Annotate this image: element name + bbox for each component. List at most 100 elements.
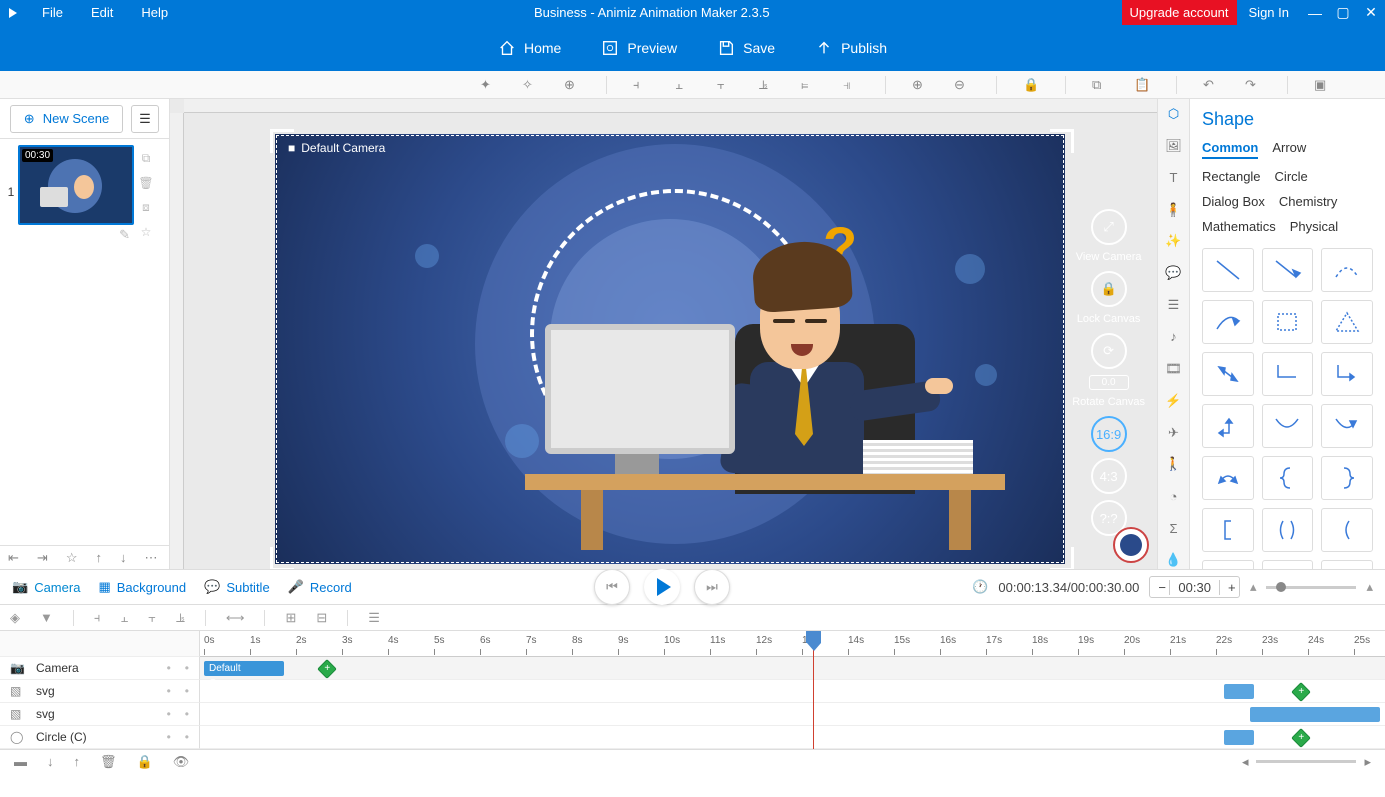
next-frame-button[interactable]: ⏭	[694, 569, 730, 605]
effect-tool-icon[interactable]: ✨	[1164, 232, 1184, 250]
background-track-button[interactable]: ▦ Background	[98, 579, 186, 595]
shape-trap-2[interactable]	[1262, 560, 1314, 569]
upgrade-button[interactable]: Upgrade account	[1122, 0, 1237, 25]
align-top-icon[interactable]: ⫡	[759, 77, 775, 93]
undo-icon[interactable]: ↶	[1203, 77, 1219, 93]
zoom-out-icon[interactable]: ⊖	[954, 77, 970, 93]
new-scene-button[interactable]: ⊕ New Scene	[10, 105, 123, 133]
tl-list-icon[interactable]: ☰	[368, 610, 380, 626]
shape-elbow-2[interactable]	[1202, 404, 1254, 448]
lock-canvas-button[interactable]: 🔒	[1091, 271, 1127, 307]
clip-svg1[interactable]	[1224, 684, 1254, 699]
tl-up-icon[interactable]: ↑	[74, 754, 81, 769]
paste-icon[interactable]: 📋	[1134, 77, 1150, 93]
paint-tool-icon[interactable]: 💧	[1164, 551, 1184, 569]
redo-icon[interactable]: ↷	[1245, 77, 1261, 93]
menu-help[interactable]: Help	[127, 5, 182, 20]
shape-arc[interactable]	[1202, 300, 1254, 344]
role-tool-icon[interactable]: 🚶	[1164, 455, 1184, 473]
tl-folder-icon[interactable]: ▬	[14, 754, 27, 769]
keyframe-svg1[interactable]	[1291, 682, 1311, 702]
shape-tab-rectangle[interactable]: Rectangle	[1202, 169, 1261, 184]
align-center-h-icon[interactable]: ⫠	[675, 77, 691, 93]
shape-triangle-dash[interactable]	[1321, 300, 1373, 344]
tl-trash-icon[interactable]: 🗑	[100, 754, 117, 770]
camera-track-button[interactable]: 📷 Camera	[12, 579, 80, 595]
tl-filter-icon[interactable]: ▼	[40, 610, 53, 625]
publish-button[interactable]: Publish	[815, 39, 887, 57]
shape-trap-3[interactable]	[1321, 560, 1373, 569]
scene-lock-icon[interactable]: ⧈	[142, 200, 150, 215]
duration-minus-button[interactable]: −	[1150, 580, 1170, 595]
menu-file[interactable]: File	[28, 5, 77, 20]
record-button[interactable]: 🎤 Record	[288, 579, 352, 595]
maximize-icon[interactable]: ▢	[1329, 4, 1357, 21]
tool-link-icon[interactable]: ⊕	[564, 77, 580, 93]
ratio-4-3-button[interactable]: 4:3	[1091, 458, 1127, 494]
scene-tool-down-icon[interactable]: ↓	[120, 550, 127, 565]
tl-scroll-left-icon[interactable]: ◂	[1242, 754, 1249, 770]
shape-trap-1[interactable]	[1202, 560, 1254, 569]
shape-line[interactable]	[1202, 248, 1254, 292]
scene-star-icon[interactable]: ☆	[141, 225, 152, 239]
scene-settings-button[interactable]: ☰	[131, 105, 159, 133]
ratio-16-9-button[interactable]: 16:9	[1091, 416, 1127, 452]
shape-elbow-arrow[interactable]	[1321, 352, 1373, 396]
scene-tool-more-icon[interactable]: ⋯	[144, 550, 157, 566]
avatar-badge[interactable]	[1113, 527, 1149, 563]
track-lane-circle[interactable]	[200, 726, 1385, 749]
shape-tab-common[interactable]: Common	[1202, 140, 1258, 159]
stage[interactable]: ?	[275, 134, 1065, 564]
tl-down-icon[interactable]: ↓	[47, 754, 54, 769]
timeline-ruler[interactable]: 0s1s2s3s4s5s6s7s8s9s10s11s12s13s14s15s16…	[200, 631, 1385, 657]
chart-tool-icon[interactable]: ◔	[1164, 487, 1184, 505]
tl-keyframe-icon[interactable]: ◈	[10, 610, 20, 626]
scene-duplicate-icon[interactable]: ⧉	[142, 151, 151, 166]
playhead[interactable]	[813, 631, 814, 749]
subtitle-track-button[interactable]: 💬 Subtitle	[204, 579, 270, 595]
text-tool-icon[interactable]: T	[1164, 169, 1184, 187]
shape-curve-2[interactable]	[1262, 404, 1314, 448]
scene-tool-export-icon[interactable]: ⇥	[37, 550, 48, 566]
music-tool-icon[interactable]: ♪	[1164, 328, 1184, 346]
character-tool-icon[interactable]: 🧍	[1164, 201, 1184, 219]
signin-button[interactable]: Sign In	[1237, 5, 1301, 20]
tl-dist-1-icon[interactable]: ⟷	[226, 610, 245, 626]
scene-tool-star-icon[interactable]: ☆	[66, 550, 78, 566]
shape-tab-chemistry[interactable]: Chemistry	[1279, 194, 1338, 209]
zoom-in-icon[interactable]: ⊕	[912, 77, 928, 93]
tl-group-2-icon[interactable]: ⊟	[316, 610, 327, 626]
scene-delete-icon[interactable]: 🗑	[138, 176, 153, 190]
tl-align-2-icon[interactable]: ⫠	[120, 610, 128, 626]
shape-elbow[interactable]	[1262, 352, 1314, 396]
scene-thumbnail[interactable]: 00:30 ✎	[18, 145, 134, 539]
tool-effect-2-icon[interactable]: ✧	[522, 77, 538, 93]
home-button[interactable]: Home	[498, 39, 561, 57]
callout-tool-icon[interactable]: 💬	[1164, 264, 1184, 282]
shape-arrow-line[interactable]	[1262, 248, 1314, 292]
tl-lock-icon[interactable]: 🔒	[137, 754, 153, 770]
tl-group-1-icon[interactable]: ⊞	[285, 610, 296, 626]
track-row-svg-1[interactable]: ▧ svg ••	[0, 680, 200, 703]
formula-tool-icon[interactable]: Σ	[1164, 519, 1184, 537]
track-lane-svg1[interactable]	[200, 680, 1385, 703]
duration-plus-button[interactable]: +	[1219, 580, 1239, 595]
track-lane-svg2[interactable]	[200, 703, 1385, 726]
tl-align-3-icon[interactable]: ⫟	[148, 610, 156, 626]
track-row-camera[interactable]: 📷 Camera ••	[0, 657, 200, 680]
zoom-slider[interactable]	[1266, 586, 1356, 589]
video-tool-icon[interactable]: 🎞	[1164, 360, 1184, 378]
shape-tab-dialog[interactable]: Dialog Box	[1202, 194, 1265, 209]
track-row-svg-2[interactable]: ▧ svg ••	[0, 703, 200, 726]
scene-edit-icon[interactable]: ✎	[18, 225, 134, 239]
keyframe-circle[interactable]	[1291, 728, 1311, 748]
shape-bracket-left[interactable]	[1202, 508, 1254, 552]
tl-align-1-icon[interactable]: ⫞	[94, 610, 101, 626]
clip-svg2[interactable]	[1250, 707, 1380, 722]
shape-double-arrow[interactable]	[1202, 352, 1254, 396]
clip-circle[interactable]	[1224, 730, 1254, 745]
shape-tab-math[interactable]: Mathematics	[1202, 219, 1276, 234]
shape-tool-icon[interactable]: ⬡	[1164, 105, 1184, 123]
shape-curve-dash[interactable]	[1321, 248, 1373, 292]
shape-tab-arrow[interactable]: Arrow	[1272, 140, 1306, 159]
